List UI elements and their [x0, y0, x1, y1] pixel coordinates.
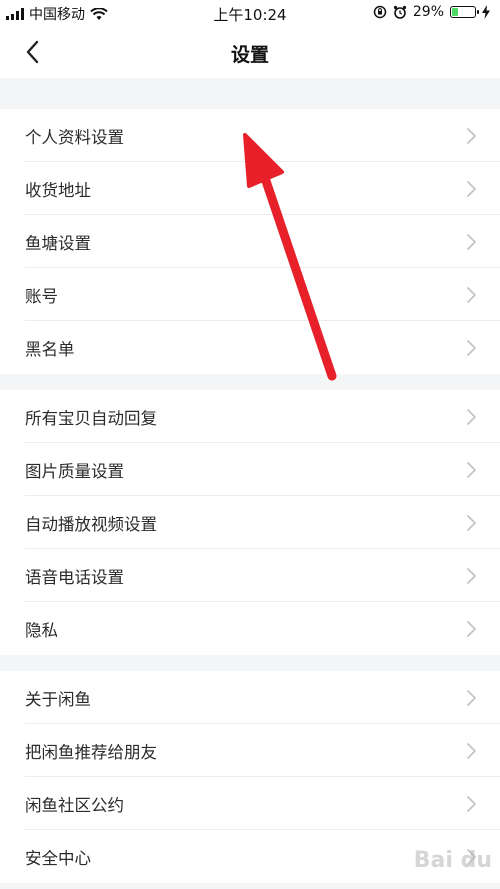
settings-item-label: 关于闲鱼 [25, 689, 91, 709]
settings-item-label: 所有宝贝自动回复 [25, 408, 157, 428]
settings-item-label: 个人资料设置 [25, 127, 124, 147]
settings-item[interactable]: 隐私 [0, 602, 500, 655]
settings-item[interactable]: 图片质量设置 [0, 443, 500, 496]
status-bar: 中国移动 上午10:24 29% [0, 0, 500, 26]
chevron-right-icon [467, 128, 476, 144]
settings-item-label: 安全中心 [25, 848, 91, 868]
settings-item-label: 语音电话设置 [25, 567, 124, 587]
chevron-right-icon [467, 796, 476, 812]
settings-item[interactable]: 鱼塘设置 [0, 215, 500, 268]
settings-item-label: 闲鱼社区公约 [25, 795, 124, 815]
chevron-right-icon [467, 568, 476, 584]
chevron-right-icon [467, 690, 476, 706]
battery-percent: 29% [412, 4, 444, 20]
chevron-right-icon [467, 234, 476, 250]
settings-item-label: 鱼塘设置 [25, 233, 91, 253]
chevron-right-icon [467, 181, 476, 197]
charging-icon [482, 5, 490, 19]
chevron-right-icon [467, 621, 476, 637]
settings-item[interactable]: 关于闲鱼 [0, 671, 500, 724]
orientation-lock-icon [373, 5, 387, 19]
status-right: 29% [373, 4, 490, 20]
settings-item[interactable]: 把闲鱼推荐给朋友 [0, 724, 500, 777]
settings-group-2: 所有宝贝自动回复 图片质量设置自动播放视频设置 语音电话设置 隐私 [0, 390, 500, 655]
settings-item[interactable]: 个人资料设置 [0, 109, 500, 162]
chevron-right-icon [467, 409, 476, 425]
settings-item[interactable]: 闲鱼社区公约 [0, 777, 500, 830]
chevron-right-icon [467, 743, 476, 759]
chevron-right-icon [467, 515, 476, 531]
section-gap [0, 374, 500, 390]
settings-item[interactable]: 语音电话设置 [0, 549, 500, 602]
settings-item[interactable]: 账号 [0, 268, 500, 321]
settings-item-label: 黑名单 [25, 339, 75, 359]
watermark: Bai du [413, 848, 492, 873]
section-gap [0, 655, 500, 671]
section-gap [0, 78, 500, 109]
settings-item-label: 收货地址 [25, 180, 91, 200]
settings-item-label: 账号 [25, 286, 58, 306]
chevron-right-icon [467, 462, 476, 478]
settings-item[interactable]: 所有宝贝自动回复 [0, 390, 500, 443]
alarm-icon [393, 5, 406, 19]
settings-list: 个人资料设置 收货地址鱼塘设置账号黑名单所有宝贝自动回复 图片质量设置自动播放视频设… [0, 78, 500, 883]
settings-item[interactable]: 收货地址 [0, 162, 500, 215]
battery-icon [450, 6, 479, 18]
settings-item-label: 把闲鱼推荐给朋友 [25, 742, 157, 762]
settings-item[interactable]: 自动播放视频设置 [0, 496, 500, 549]
settings-item-label: 自动播放视频设置 [25, 514, 157, 534]
settings-item-label: 隐私 [25, 620, 58, 640]
settings-item[interactable]: 黑名单 [0, 321, 500, 374]
page-title: 设置 [230, 44, 269, 66]
settings-item-label: 图片质量设置 [25, 461, 124, 481]
settings-group-1: 个人资料设置 收货地址鱼塘设置账号黑名单 [0, 109, 500, 374]
nav-bar: 设置 [0, 26, 500, 78]
battery-fill [452, 8, 459, 16]
chevron-right-icon [467, 340, 476, 356]
chevron-right-icon [467, 287, 476, 303]
